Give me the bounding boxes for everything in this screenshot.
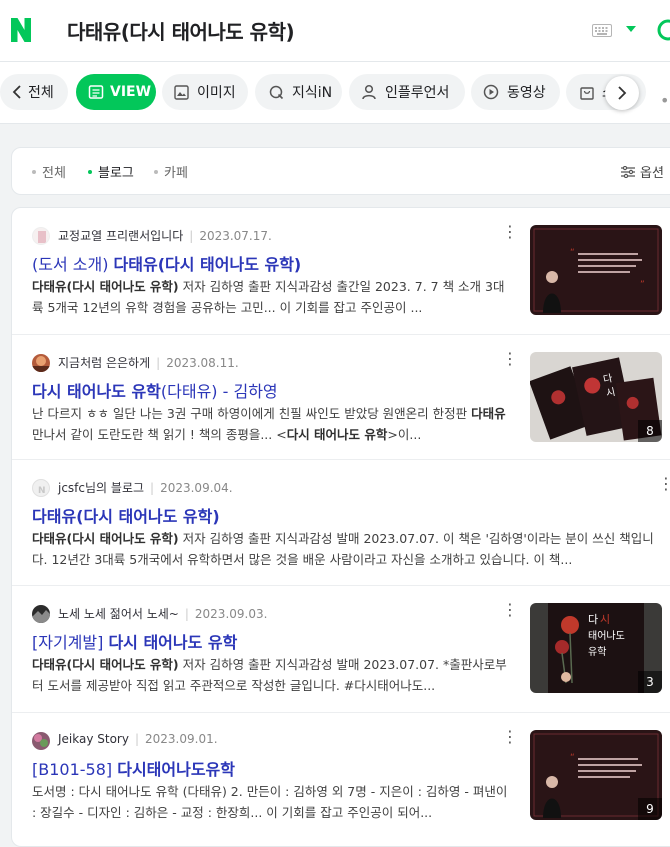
tab-label: 인플루언서 — [385, 85, 450, 101]
results-list: 교정교열 프리랜서입니다 | 2023.07.17. ⋮ (도서 소개) 다태유(다… — [11, 207, 670, 847]
result-title[interactable]: [자기계발] 다시 태어나도 유학 — [32, 629, 237, 653]
more-options-icon[interactable]: ⋮ — [502, 729, 518, 745]
image-count-badge: 3 — [638, 671, 662, 693]
result-source: Jeikay Story | 2023.09.01. — [58, 732, 218, 746]
search-button-icon[interactable] — [655, 17, 670, 43]
filter-all[interactable]: 전체 — [32, 162, 66, 181]
options-label: 옵션 — [640, 166, 664, 181]
filter-label: 블로그 — [98, 166, 134, 181]
avatar[interactable] — [32, 605, 50, 623]
result-source: 교정교열 프리랜서입니다 | 2023.07.17. — [58, 229, 272, 243]
result-description: 도서명 : 다시 태어나도 유학 (다태유) 2. 만든이 : 김하영 외 7명… — [32, 784, 508, 820]
filter-label: 전체 — [42, 166, 66, 181]
filter-label: 카페 — [164, 166, 188, 181]
svg-text:시: 시 — [600, 613, 610, 626]
result-source: jcsfc님의 블로그 | 2023.09.04. — [58, 481, 233, 495]
post-date: 2023.09.04. — [160, 481, 233, 495]
result-thumbnail[interactable]: “ 9 — [530, 730, 662, 820]
naver-logo-icon[interactable] — [9, 17, 33, 43]
play-icon — [483, 84, 499, 100]
result-thumbnail[interactable]: 다시 8 — [530, 352, 662, 442]
blog-name[interactable]: Jeikay Story — [58, 732, 129, 746]
svg-text:“: “ — [570, 248, 575, 258]
svg-text:다: 다 — [588, 613, 598, 626]
filter-bar: 전체 블로그 카페 옵션 — [11, 147, 670, 195]
result-description: 다태유(다시 태어나도 유학) 저자 김하영 출판 지식과감성 출간일 2023… — [32, 279, 505, 315]
tab-label: 지식iN — [292, 85, 333, 101]
tab-kin[interactable]: 지식iN — [255, 74, 342, 110]
tab-all[interactable]: 전체 — [0, 74, 68, 110]
view-doc-icon — [88, 85, 104, 99]
image-count-badge: 8 — [638, 420, 662, 442]
more-tabs-icon[interactable]: •• — [660, 91, 670, 110]
post-date: 2023.09.01. — [145, 732, 218, 746]
sliders-icon — [621, 165, 635, 178]
blog-name[interactable]: 지금처럼 은은하게 — [58, 356, 150, 370]
more-options-icon[interactable]: ⋮ — [658, 476, 670, 492]
q-icon — [269, 85, 284, 99]
filter-cafe[interactable]: 카페 — [154, 162, 188, 181]
image-count-badge: 9 — [638, 798, 662, 820]
post-date: 2023.07.17. — [199, 229, 272, 243]
filter-blog[interactable]: 블로그 — [88, 162, 134, 181]
tab-influencer[interactable]: 인플루언서 — [349, 74, 465, 110]
result-title[interactable]: [B101-58] 다시태어나도유학 — [32, 756, 235, 780]
result-title[interactable]: 다시 태어나도 유학(다태유) - 김하영 — [32, 378, 278, 402]
svg-text:N: N — [38, 486, 46, 496]
tab-view[interactable]: VIEW — [76, 74, 156, 110]
result-card: 노세 노세 젊어서 노세~ | 2023.09.03. ⋮ [자기계발] 다시 태어… — [12, 586, 670, 713]
result-description: 다태유(다시 태어나도 유학) 저자 김하영 출판 지식과감성 발매 2023.… — [32, 657, 507, 693]
avatar[interactable]: N — [32, 479, 50, 497]
avatar[interactable] — [32, 227, 50, 245]
search-tab-bar: 전체 VIEW 이미지 지식iN 인플루언서 동영상 쇼 — [0, 62, 670, 124]
more-options-icon[interactable]: ⋮ — [502, 602, 518, 618]
tab-label: 이미지 — [197, 85, 236, 101]
person-icon — [362, 84, 376, 100]
search-header: 다태유(다시 태어나도 유학) — [0, 0, 670, 62]
dropdown-arrow-icon[interactable] — [626, 26, 636, 32]
tab-label: 동영상 — [507, 85, 546, 101]
blog-name[interactable]: jcsfc님의 블로그 — [58, 481, 144, 495]
result-card: Jeikay Story | 2023.09.01. ⋮ [B101-58] 다시태… — [12, 713, 670, 846]
svg-text:“: “ — [570, 753, 575, 763]
result-description: 난 다르지 ㅎㅎ 일단 나는 3권 구매 하영이에게 친필 싸인도 받았당 원앤… — [32, 406, 506, 442]
tab-label: VIEW — [110, 84, 152, 100]
svg-text:태어나도: 태어나도 — [588, 630, 625, 642]
result-source: 지금처럼 은은하게 | 2023.08.11. — [58, 356, 239, 370]
chevron-left-icon — [12, 85, 21, 99]
result-card: 교정교열 프리랜서입니다 | 2023.07.17. ⋮ (도서 소개) 다태유(다… — [12, 208, 670, 335]
result-title[interactable]: (도서 소개) 다태유(다시 태어나도 유학) — [32, 251, 301, 275]
post-date: 2023.08.11. — [166, 356, 239, 370]
result-source: 노세 노세 젊어서 노세~ | 2023.09.03. — [58, 607, 268, 621]
more-options-icon[interactable]: ⋮ — [502, 224, 518, 240]
result-card: N jcsfc님의 블로그|2023.09.04. ⋮ 다태유(다시 태어나도 … — [12, 460, 670, 586]
tabs-next-button[interactable] — [605, 76, 639, 110]
chevron-right-icon — [618, 86, 627, 100]
search-query-text[interactable]: 다태유(다시 태어나도 유학) — [67, 16, 295, 45]
result-card: 지금처럼 은은하게 | 2023.08.11. ⋮ 다시 태어나도 유학(다태유) … — [12, 335, 670, 460]
more-options-icon[interactable]: ⋮ — [502, 351, 518, 367]
tab-images[interactable]: 이미지 — [162, 74, 248, 110]
shopping-icon — [580, 86, 594, 100]
image-icon — [174, 84, 189, 100]
options-button[interactable]: 옵션 — [621, 162, 664, 181]
result-description: 다태유(다시 태어나도 유학) 저자 김하영 출판 지식과감성 발매 2023.… — [32, 531, 654, 567]
result-thumbnail[interactable]: “ ” — [530, 225, 662, 315]
post-date: 2023.09.03. — [194, 607, 268, 621]
svg-text:”: ” — [640, 280, 645, 290]
svg-text:유학: 유학 — [588, 646, 606, 658]
tab-video[interactable]: 동영상 — [471, 74, 560, 110]
tab-label: 전체 — [28, 85, 54, 101]
result-title[interactable]: 다태유(다시 태어나도 유학) — [32, 503, 220, 527]
result-thumbnail[interactable]: 다 시 태어나도 유학 3 — [530, 603, 662, 693]
avatar[interactable] — [32, 354, 50, 372]
blog-name[interactable]: 노세 노세 젊어서 노세~ — [58, 607, 179, 621]
avatar[interactable] — [32, 732, 50, 750]
keyboard-icon[interactable] — [592, 24, 612, 37]
blog-name[interactable]: 교정교열 프리랜서입니다 — [58, 229, 183, 243]
